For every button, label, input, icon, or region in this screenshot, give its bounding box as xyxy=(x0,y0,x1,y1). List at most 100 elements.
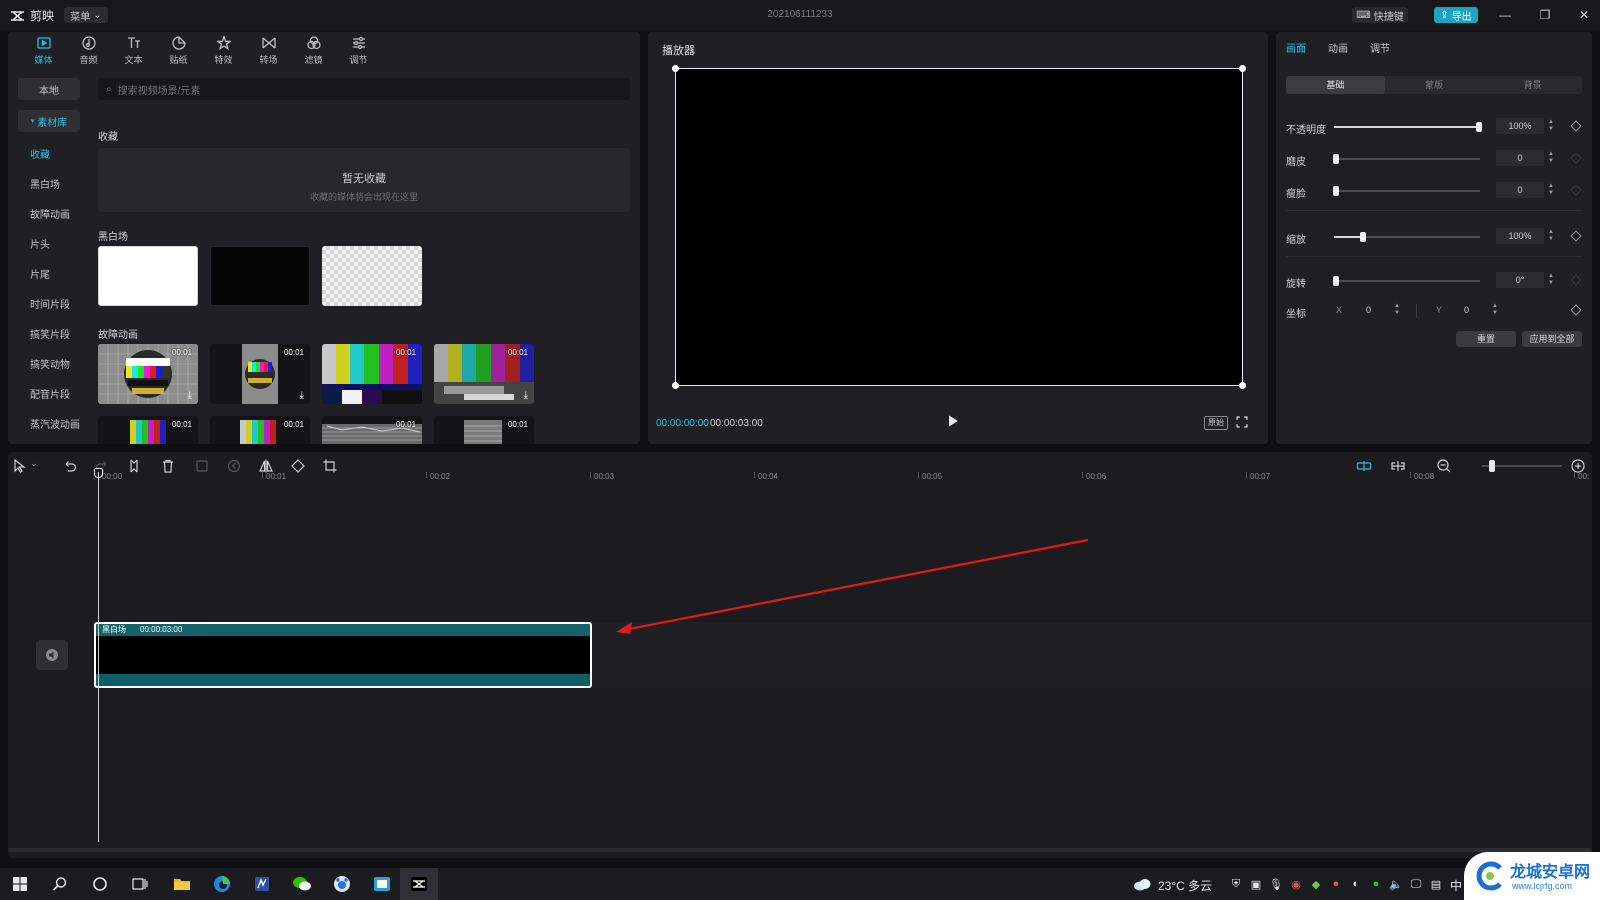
slider-knob[interactable] xyxy=(1333,276,1339,286)
download-icon[interactable]: ⤓ xyxy=(188,390,192,401)
glitch-clip-thumbnail[interactable]: 00:01 ⤓ xyxy=(210,344,310,404)
sidebar-item-favorites[interactable]: 收藏 xyxy=(18,142,80,164)
timeline-scrollbar[interactable] xyxy=(8,848,1592,852)
resize-handle[interactable] xyxy=(1239,382,1246,389)
glitch-clip-thumbnail[interactable]: 00:01 xyxy=(322,416,422,444)
file-explorer-icon[interactable] xyxy=(172,874,192,894)
tab-picture[interactable]: 画面 xyxy=(1286,40,1306,55)
keyframe-icon[interactable] xyxy=(1570,120,1582,132)
app-icon[interactable] xyxy=(372,874,392,894)
weather-cloud-icon[interactable] xyxy=(1132,874,1152,894)
black-clip-thumbnail[interactable] xyxy=(210,246,310,306)
stepper-icon[interactable]: ▲ ▼ xyxy=(1492,303,1498,317)
microphone-icon[interactable]: 🎙 xyxy=(1266,874,1286,894)
scale-value[interactable]: 100% xyxy=(1496,228,1544,244)
capcut-taskbar-icon[interactable] xyxy=(400,868,438,900)
keyframe-icon[interactable] xyxy=(1570,184,1582,196)
search-input[interactable]: ⌕ 搜索视频场景/元素 xyxy=(98,78,630,100)
segment-basic[interactable]: 基础 xyxy=(1286,76,1385,94)
volume-icon[interactable]: 🔈 xyxy=(1386,874,1406,894)
sidebar-item-time[interactable]: 时间片段 xyxy=(18,292,80,314)
minimize-icon[interactable]: — xyxy=(1496,6,1514,24)
video-preview[interactable] xyxy=(672,65,1246,389)
windows-start-icon[interactable] xyxy=(10,874,30,894)
tab-audio[interactable]: 音频 xyxy=(66,32,111,68)
fullscreen-icon[interactable] xyxy=(1236,416,1248,428)
app-icon[interactable] xyxy=(252,874,272,894)
sidebar-item-glitch[interactable]: 故障动画 xyxy=(18,202,80,224)
stepper-icon[interactable]: ▲ ▼ xyxy=(1548,273,1554,287)
keyframe-icon[interactable] xyxy=(1570,152,1582,164)
zoom-slider-knob[interactable] xyxy=(1489,460,1495,472)
timeline-clip[interactable]: 黑白场 00:00:03:00 xyxy=(94,622,592,688)
search-icon[interactable] xyxy=(50,874,70,894)
rotate-value[interactable]: 0° xyxy=(1496,272,1544,288)
glitch-clip-thumbnail[interactable]: 00:01 xyxy=(210,416,310,444)
tab-sticker[interactable]: 贴纸 xyxy=(156,32,201,68)
x-value[interactable]: 0 xyxy=(1366,305,1371,315)
sidebar-item-funny-animals[interactable]: 搞笑动物 xyxy=(18,352,80,374)
sidebar-item-vaporwave[interactable]: 蒸汽波动画 xyxy=(18,412,80,434)
app-tray-icon[interactable]: ▤ xyxy=(1426,874,1446,894)
glitch-clip-thumbnail[interactable]: 00:01 xyxy=(98,416,198,444)
keyframe-icon[interactable] xyxy=(1570,274,1582,286)
face-slim-value[interactable]: 0 xyxy=(1496,182,1544,198)
select-tool-icon[interactable] xyxy=(12,458,28,474)
restore-icon[interactable]: ❐ xyxy=(1536,6,1554,24)
glitch-clip-thumbnail[interactable]: 00:01 xyxy=(322,344,422,404)
stepper-icon[interactable]: ▲ ▼ xyxy=(1548,183,1554,197)
wechat-tray-icon[interactable]: ● xyxy=(1366,874,1386,894)
play-icon[interactable] xyxy=(946,414,960,428)
tab-filter[interactable]: 滤镜 xyxy=(291,32,336,68)
stepper-icon[interactable]: ▲ ▼ xyxy=(1548,229,1554,243)
reset-button[interactable]: 重置 xyxy=(1456,331,1516,347)
edge-browser-icon[interactable] xyxy=(212,874,232,894)
export-button[interactable]: ⇪ 导出 xyxy=(1434,7,1478,23)
sidebar-item-black-white[interactable]: 黑白场 xyxy=(18,172,80,194)
resize-handle[interactable] xyxy=(672,382,679,389)
smooth-slider[interactable] xyxy=(1333,154,1480,164)
cortana-icon[interactable] xyxy=(90,874,110,894)
mute-track-button[interactable] xyxy=(36,640,68,670)
face-slim-slider[interactable] xyxy=(1333,186,1480,196)
task-view-icon[interactable] xyxy=(130,874,150,894)
app-tray-icon[interactable]: ● xyxy=(1326,874,1346,894)
shortcut-button[interactable]: ⌨ 快捷键 xyxy=(1352,7,1408,23)
stepper-icon[interactable]: ▲ ▼ xyxy=(1394,303,1400,317)
scale-slider[interactable] xyxy=(1334,232,1480,242)
baidu-netdisk-icon[interactable] xyxy=(332,874,352,894)
download-icon[interactable]: ⤓ xyxy=(524,390,528,401)
input-method-indicator[interactable]: 中 xyxy=(1450,877,1462,894)
aspect-ratio-button[interactable]: 原始 xyxy=(1204,416,1228,430)
sidebar-item-library[interactable]: ▾ 素材库 xyxy=(18,110,80,132)
apply-all-button[interactable]: 应用到全部 xyxy=(1522,331,1582,347)
tab-adjust[interactable]: 调节 xyxy=(336,32,381,68)
slider-knob[interactable] xyxy=(1360,232,1366,242)
transparent-clip-thumbnail[interactable] xyxy=(322,246,422,306)
close-icon[interactable]: ✕ xyxy=(1575,6,1593,24)
tab-effects[interactable]: 特效 xyxy=(201,32,246,68)
opacity-value[interactable]: 100% xyxy=(1496,118,1544,134)
tab-animation[interactable]: 动画 xyxy=(1328,40,1348,55)
smooth-value[interactable]: 0 xyxy=(1496,150,1544,166)
timeline-ruler[interactable]: 00:00 00:01 00:02 00:03 00:04 00:05 00:0… xyxy=(96,472,1592,488)
white-clip-thumbnail[interactable] xyxy=(98,246,198,306)
segment-background[interactable]: 背景 xyxy=(1483,76,1582,94)
y-value[interactable]: 0 xyxy=(1464,305,1469,315)
stepper-icon[interactable]: ▲ ▼ xyxy=(1548,119,1554,133)
download-icon[interactable]: ⤓ xyxy=(300,390,304,401)
app-tray-icon[interactable]: ▣ xyxy=(1246,874,1266,894)
network-icon[interactable]: 🖵 xyxy=(1406,874,1426,894)
sidebar-item-funny[interactable]: 搞笑片段 xyxy=(18,322,80,344)
keyframe-icon[interactable] xyxy=(1570,230,1582,242)
stepper-icon[interactable]: ▲ ▼ xyxy=(1548,151,1554,165)
resize-handle[interactable] xyxy=(1239,65,1246,72)
rotate-slider[interactable] xyxy=(1333,276,1480,286)
weather-text[interactable]: 23°C 多云 xyxy=(1158,877,1212,894)
app-tray-icon[interactable]: ◆ xyxy=(1306,874,1326,894)
tab-adjust[interactable]: 调节 xyxy=(1370,40,1390,55)
opacity-slider[interactable] xyxy=(1334,122,1482,132)
tab-media[interactable]: 媒体 xyxy=(21,32,66,68)
app-tray-icon[interactable]: ◐ xyxy=(1346,874,1366,894)
segment-mask[interactable]: 蒙版 xyxy=(1385,76,1484,94)
